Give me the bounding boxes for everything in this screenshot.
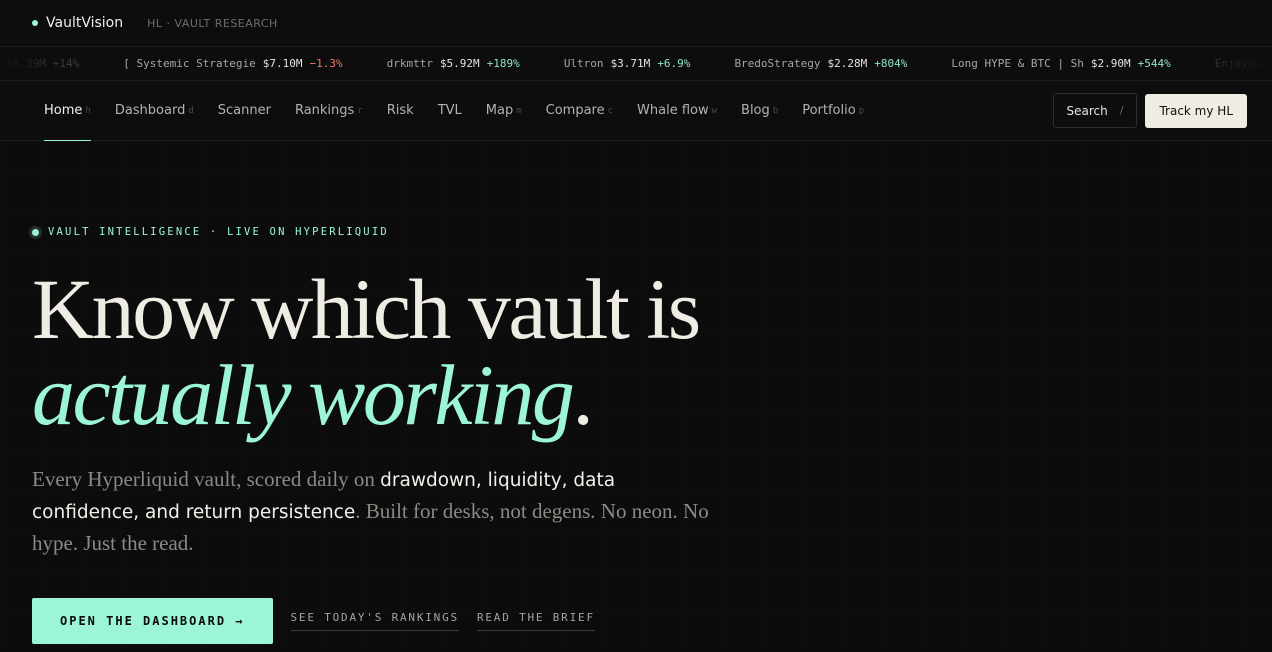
hero-eyebrow: VAULT INTELLIGENCE · LIVE ON HYPERLIQUID xyxy=(32,226,1272,238)
ticker-vault-tvl: $2.90M xyxy=(1090,57,1131,70)
nav-item-label: Home xyxy=(44,103,83,118)
lede-part-1: Every Hyperliquid vault, scored daily on xyxy=(32,467,381,491)
ticker-vault-change: +189% xyxy=(486,57,520,70)
headline-line-1: Know which vault is xyxy=(32,261,701,357)
brand-subtitle: HL · VAULT RESEARCH xyxy=(147,16,278,30)
nav-item-shortcut: h xyxy=(85,105,91,116)
ticker-item[interactable]: [ Systemic Strategie $7.10M −1.3% xyxy=(123,57,342,70)
ticker-item[interactable]: Long HYPE & BTC | Sh $2.90M +544% xyxy=(951,57,1170,70)
nav-item-label: Whale flow xyxy=(637,103,709,118)
nav-item-home[interactable]: Home h xyxy=(32,81,103,141)
nav-item-label: Compare xyxy=(545,103,605,118)
nav-item-rankings[interactable]: Rankings r xyxy=(283,81,375,140)
nav-item-label: Map xyxy=(485,103,514,118)
ticker-item[interactable]: Ultron $3.71M +6.9% xyxy=(564,57,691,70)
nav-item-dashboard[interactable]: Dashboard d xyxy=(103,81,206,140)
nav-item-whale-flow[interactable]: Whale flow w xyxy=(625,81,729,140)
nav-item-portfolio[interactable]: Portfolio p xyxy=(790,81,876,140)
ticker-vault-name: [ Systemic Strategie xyxy=(123,57,256,70)
nav-item-blog[interactable]: Blog b xyxy=(729,81,790,140)
ticker-vault-tvl: $3.71M xyxy=(610,57,651,70)
nav-item-shortcut: c xyxy=(607,105,614,116)
ticker-item[interactable]: $8.39M +14% xyxy=(6,57,79,70)
nav-item-shortcut: m xyxy=(516,105,522,116)
headline-accent: actually working xyxy=(32,347,575,443)
ticker-vault-change: −1.3% xyxy=(309,57,343,70)
nav-item-label: TVL xyxy=(437,103,462,118)
nav-item-shortcut: p xyxy=(858,105,865,116)
nav-item-shortcut: w xyxy=(711,105,718,116)
see-rankings-link[interactable]: SEE TODAY'S RANKINGS xyxy=(290,611,459,631)
nav-item-shortcut: r xyxy=(357,105,363,116)
search-shortcut: / xyxy=(1119,104,1124,117)
ticker-track: $8.39M +14% [ Systemic Strategie $7.10M −1.3… xyxy=(6,57,1272,70)
ticker-vault-change: +804% xyxy=(874,57,908,70)
ticker-vault-tvl: $8.39M xyxy=(6,57,46,70)
ticker-vault-change: +544% xyxy=(1137,57,1171,70)
nav-item-label: Risk xyxy=(386,103,414,118)
nav-links: Home h Dashboard d Scanner Rankings r Risk TVL Ma… xyxy=(32,81,876,141)
brand-dot-icon xyxy=(32,20,38,26)
hero-section: VAULT INTELLIGENCE · LIVE ON HYPERLIQUID… xyxy=(0,141,1272,644)
track-my-hl-button[interactable]: Track my HL xyxy=(1145,93,1247,128)
ticker-vault-name: drkmttr xyxy=(386,57,433,70)
nav-item-label: Scanner xyxy=(217,103,271,118)
headline-line-2: actually working. xyxy=(32,352,1272,438)
live-dot-icon xyxy=(32,228,39,236)
nav-actions: Search / Track my HL xyxy=(1052,93,1247,128)
read-brief-link[interactable]: READ THE BRIEF xyxy=(476,611,595,631)
ticker-vault-tvl: $2.28M xyxy=(827,57,868,70)
search-button[interactable]: Search / xyxy=(1052,93,1138,128)
ticker-item[interactable]: BredoStrategy $2.28M +804% xyxy=(734,57,907,70)
ticker-vault-name: Ultron xyxy=(563,57,604,70)
hero-headline: Know which vault is actually working. xyxy=(32,266,1272,438)
ticker-vault-tvl: $5.92M xyxy=(439,57,480,70)
brand-logo[interactable]: VaultVision xyxy=(32,15,123,31)
main-nav: Home h Dashboard d Scanner Rankings r Risk TVL Ma… xyxy=(0,81,1272,141)
ticker-vault-name: Enjoyoo xyxy=(1214,57,1262,70)
ticker-vault-change: +6.9% xyxy=(657,57,691,70)
ticker-item[interactable]: drkmttr $5.92M +189% xyxy=(387,57,520,70)
headline-period: . xyxy=(572,347,594,443)
ticker-vault-name: BredoStrategy xyxy=(734,57,821,70)
nav-item-compare[interactable]: Compare c xyxy=(534,81,625,140)
open-dashboard-button[interactable]: OPEN THE DASHBOARD → xyxy=(32,598,273,644)
nav-item-label: Dashboard xyxy=(114,103,186,118)
nav-item-shortcut: d xyxy=(188,105,194,116)
nav-item-scanner[interactable]: Scanner xyxy=(206,81,283,140)
vault-ticker: $8.39M +14% [ Systemic Strategie $7.10M −1.3… xyxy=(0,47,1272,81)
top-bar: VaultVision HL · VAULT RESEARCH xyxy=(0,0,1272,47)
ticker-vault-tvl: $7.10M xyxy=(262,57,303,70)
ticker-item[interactable]: Enjoyoo xyxy=(1215,57,1261,70)
search-label: Search xyxy=(1066,103,1108,118)
brand-name: VaultVision xyxy=(46,15,124,31)
nav-item-label: Portfolio xyxy=(802,103,856,118)
hero-lede: Every Hyperliquid vault, scored daily on… xyxy=(32,464,712,559)
hero-ctas: OPEN THE DASHBOARD → SEE TODAY'S RANKING… xyxy=(32,598,1272,644)
ticker-vault-change: +14% xyxy=(52,57,80,70)
nav-item-tvl[interactable]: TVL xyxy=(426,81,474,140)
nav-item-shortcut: b xyxy=(772,105,779,116)
nav-item-risk[interactable]: Risk xyxy=(375,81,426,140)
ticker-vault-name: Long HYPE & BTC | Sh xyxy=(951,57,1084,70)
nav-item-label: Blog xyxy=(741,103,770,118)
eyebrow-text: VAULT INTELLIGENCE · LIVE ON HYPERLIQUID xyxy=(48,226,389,238)
nav-item-label: Rankings xyxy=(294,103,355,118)
nav-item-map[interactable]: Map m xyxy=(474,81,534,140)
